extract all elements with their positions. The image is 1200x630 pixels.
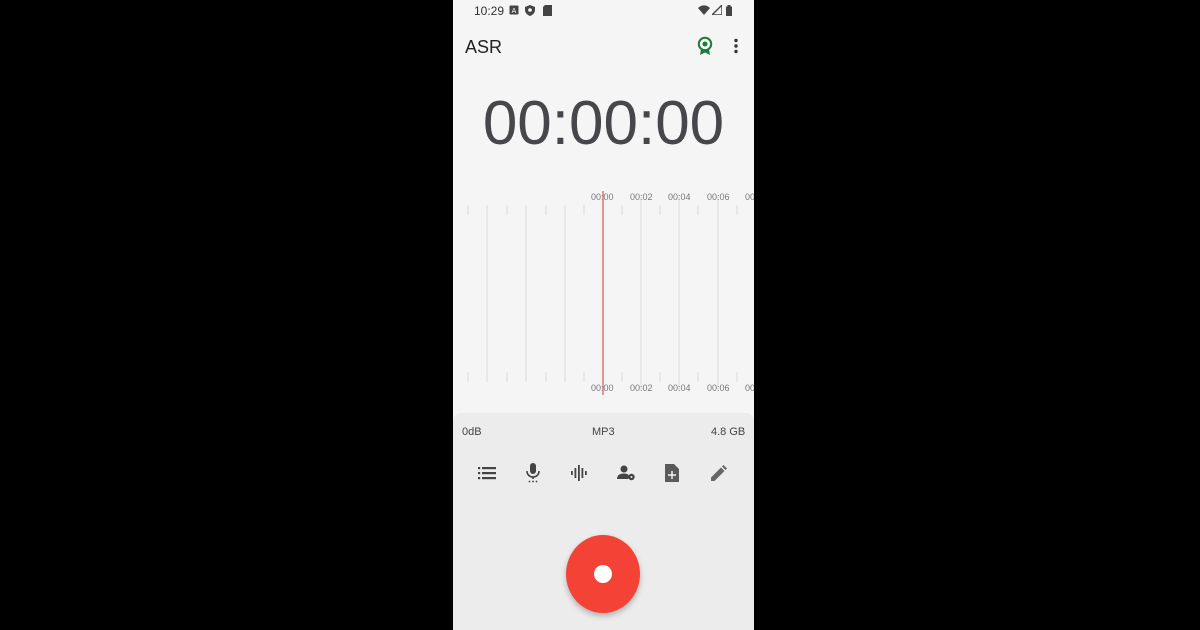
- wifi-icon: [698, 5, 710, 15]
- record-button[interactable]: [566, 535, 640, 613]
- edit-icon[interactable]: [707, 461, 731, 485]
- more-vert-icon[interactable]: [727, 37, 745, 55]
- sd-card-icon: [543, 5, 552, 16]
- svg-text:A: A: [512, 8, 517, 15]
- level-readout: 0dB: [462, 426, 482, 438]
- time-tick-label: 00:00: [591, 192, 614, 202]
- status-time: 10:29: [474, 4, 505, 18]
- battery-icon: [726, 5, 732, 16]
- time-tick-label: 00:00: [591, 383, 614, 393]
- a-box-icon: A: [509, 5, 519, 15]
- shield-icon: [525, 5, 535, 16]
- time-tick-label: 00: [745, 192, 754, 202]
- storage-readout: 4.8 GB: [711, 426, 746, 438]
- mic-icon[interactable]: [521, 461, 545, 485]
- format-readout[interactable]: MP3: [592, 426, 615, 438]
- person-settings-icon[interactable]: [614, 461, 638, 485]
- timer-display: 00:00:00: [482, 89, 725, 158]
- signal-icon: [712, 5, 722, 15]
- waveform-view[interactable]: 00:00 00:02 00:04 00:06 00 00:00 00:02 0…: [453, 185, 754, 400]
- award-icon[interactable]: [695, 36, 715, 56]
- app-title: ASR: [465, 37, 503, 57]
- list-icon[interactable]: [475, 461, 499, 485]
- add-file-icon[interactable]: [660, 461, 684, 485]
- time-tick-label: 00:06: [707, 192, 730, 202]
- time-tick-label: 00:04: [668, 192, 691, 202]
- time-tick-label: 00:04: [668, 383, 691, 393]
- time-tick-label: 00: [745, 383, 754, 393]
- time-tick-label: 00:02: [630, 192, 653, 202]
- phone-screen: 10:29 A ASR 00:00:00 00:00 00:02 00:04 0…: [453, 0, 754, 630]
- control-panel: 0dB MP3 4.8 GB: [453, 413, 754, 630]
- time-tick-label: 00:02: [630, 383, 653, 393]
- time-tick-label: 00:06: [707, 383, 730, 393]
- record-dot-icon: [594, 565, 612, 583]
- status-bar: 10:29 A: [453, 0, 754, 22]
- waveform-icon[interactable]: [567, 461, 591, 485]
- waveform-grid: [467, 191, 738, 395]
